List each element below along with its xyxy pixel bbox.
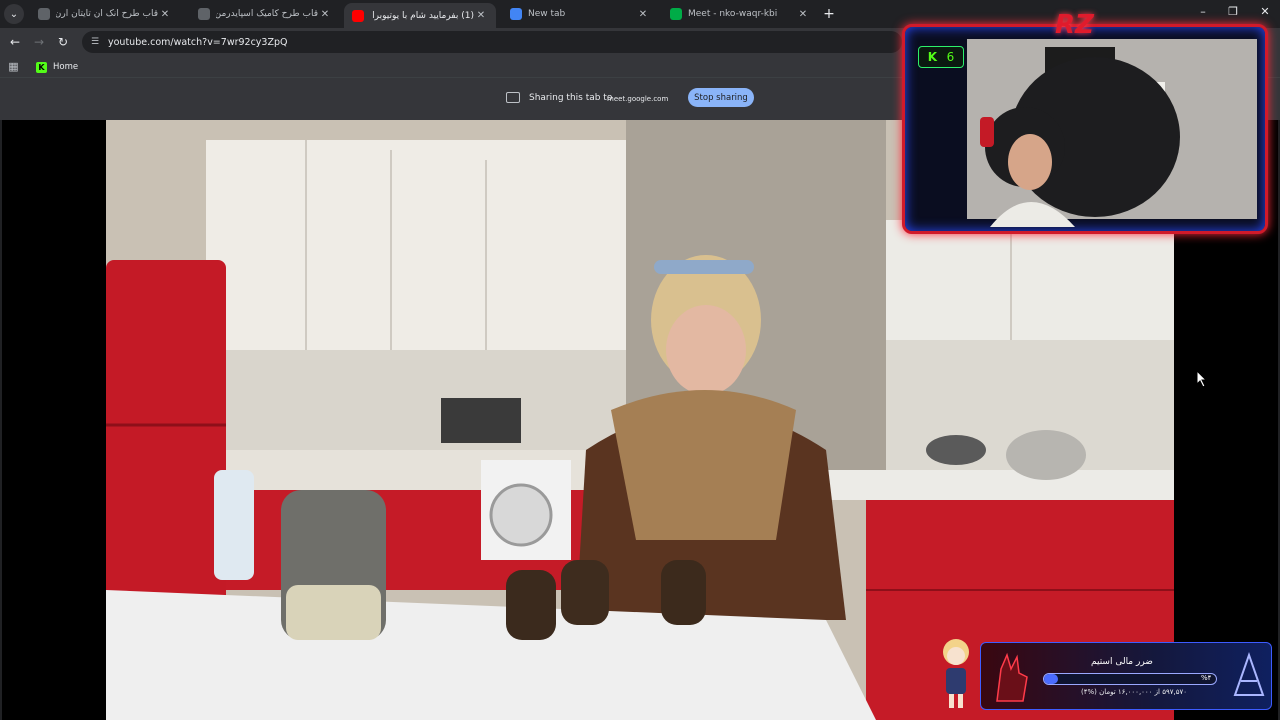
mouse-cursor-icon: [1196, 370, 1208, 388]
site-info-icon[interactable]: ☰: [88, 35, 102, 49]
url-text: youtube.com/watch?v=7wr92cy3ZpQ: [108, 36, 288, 48]
tab-title-1: قاب طرح انک آن تایتان ارن و میکاسا: [56, 9, 158, 19]
tab-1[interactable]: قاب طرح انک آن تایتان ارن و میکاسا ✕: [30, 3, 180, 25]
tab-search-button[interactable]: ⌄: [4, 4, 24, 24]
close-icon[interactable]: ✕: [796, 9, 810, 20]
tab-favicon-2: [198, 8, 210, 20]
tab-title-4: New tab: [528, 9, 566, 19]
close-icon[interactable]: ✕: [474, 10, 488, 21]
viewer-count: 6: [946, 50, 955, 64]
bookmark-home[interactable]: K Home: [36, 59, 78, 75]
tab-4[interactable]: New tab ✕: [502, 3, 658, 25]
back-button[interactable]: ←: [7, 34, 23, 50]
sharing-host: meet.google.com: [607, 95, 669, 103]
arrow-left-icon: ←: [9, 35, 21, 49]
sharing-text: Sharing this tab to: [529, 93, 613, 103]
donation-title: ضرر مالی استیم: [1091, 657, 1153, 667]
minimize-icon[interactable]: –: [1194, 5, 1212, 18]
restore-icon[interactable]: ❐: [1224, 5, 1242, 18]
window-close-icon[interactable]: ✕: [1256, 5, 1274, 18]
forward-button[interactable]: →: [31, 34, 47, 50]
wings-emblem-icon: [1233, 651, 1265, 696]
chevron-down-icon: ⌄: [9, 8, 19, 20]
tab-3[interactable]: (1) بفرمایید شام با یوتیوبرا (… ✕: [344, 3, 496, 28]
donation-goal-widget: ضرر مالی استیم %۴ ۵۹۷,۵۷۰ از ۱۶,۰۰۰,۰۰۰ …: [980, 642, 1272, 710]
youtube-icon: [352, 9, 364, 22]
tab-5[interactable]: Meet - nko-waqr-kbi ✕: [662, 3, 818, 25]
stop-sharing-button[interactable]: Stop sharing: [688, 88, 754, 107]
reload-button[interactable]: ↻: [55, 34, 71, 50]
donation-percent: %۴: [1201, 674, 1212, 682]
screen-share-icon: [506, 92, 520, 103]
hand-gesture-icon: [996, 652, 1028, 702]
streamer-logo: RZ: [1055, 10, 1094, 40]
meet-icon: [670, 8, 682, 20]
arrow-right-icon: →: [33, 35, 45, 49]
donation-progress-bar: [1043, 673, 1217, 685]
tab-2[interactable]: قاب طرح کامیک اسپایدرمن ۳ - قاب ✕: [190, 3, 340, 25]
address-bar[interactable]: ☰ youtube.com/watch?v=7wr92cy3ZpQ: [82, 31, 902, 53]
viewer-badge: K 6: [918, 46, 964, 68]
bookmark-label: Home: [53, 62, 79, 72]
anime-mascot-icon: [943, 639, 969, 708]
tab-title-5: Meet - nko-waqr-kbi: [688, 9, 778, 19]
kick-icon: K: [927, 50, 938, 64]
kick-icon: K: [36, 61, 47, 73]
apps-grid-icon[interactable]: ▦: [7, 60, 20, 73]
donation-amount: ۵۹۷,۵۷۰ از ۱۶,۰۰۰,۰۰۰ تومان (%۴): [1081, 688, 1188, 696]
close-icon[interactable]: ✕: [636, 9, 650, 20]
close-icon[interactable]: ✕: [158, 9, 172, 20]
tab-title-2: قاب طرح کامیک اسپایدرمن ۳ - قاب: [216, 9, 318, 19]
new-tab-button[interactable]: +: [820, 5, 838, 23]
donation-progress-fill: [1044, 674, 1058, 684]
tab-favicon-1: [38, 8, 50, 20]
close-icon[interactable]: ✕: [318, 9, 332, 20]
new-tab-icon: [510, 8, 522, 20]
reload-icon: ↻: [57, 35, 69, 49]
tab-title-3: (1) بفرمایید شام با یوتیوبرا (…: [370, 10, 474, 21]
